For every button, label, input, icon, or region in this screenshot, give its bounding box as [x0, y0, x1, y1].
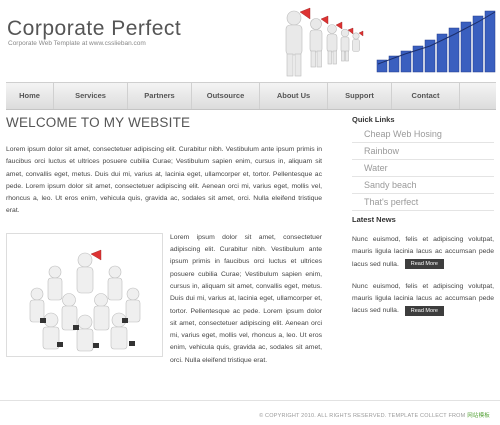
nav-home[interactable]: Home	[6, 83, 54, 109]
latest-news-heading: Latest News	[352, 215, 396, 224]
footer-link[interactable]: 网站模板	[467, 413, 490, 419]
site-title[interactable]: Corporate Perfect	[7, 17, 181, 41]
nav-partners[interactable]: Partners	[128, 83, 192, 109]
sidebar: Quick Links Cheap Web Hosing Rainbow Wat…	[352, 115, 494, 318]
main-content: WELCOME TO MY WEBSITE Lorem ipsum dolor …	[6, 115, 322, 367]
quick-links-heading: Quick Links	[352, 115, 395, 124]
nav-support[interactable]: Support	[328, 83, 392, 109]
header: Corporate Perfect Corporate Web Template…	[0, 0, 500, 82]
intro-paragraph: Lorem ipsum dolor sit amet, consectetuer…	[6, 146, 322, 215]
nav-outsource[interactable]: Outsource	[192, 83, 260, 109]
quick-link-thats-perfect[interactable]: That's perfect	[352, 194, 494, 211]
footer: © COPYRIGHT 2010. ALL RIGHTS RESERVED. T…	[259, 411, 490, 419]
quick-link-rainbow[interactable]: Rainbow	[352, 143, 494, 160]
news-item: Nunc euismod, felis et adipiscing volutp…	[352, 281, 494, 318]
quick-link-water[interactable]: Water	[352, 160, 494, 177]
site-tagline: Corporate Web Template at www.csslieban.…	[8, 40, 146, 47]
news-item: Nunc euismod, felis et adipiscing volutp…	[352, 234, 494, 271]
read-more-button[interactable]: Read More	[404, 305, 444, 316]
team-image	[6, 232, 163, 357]
page-title: WELCOME TO MY WEBSITE	[6, 115, 191, 130]
main-nav: Home Services Partners Outsource About U…	[6, 82, 496, 110]
nav-contact[interactable]: Contact	[392, 83, 460, 109]
copyright-text: © COPYRIGHT 2010. ALL RIGHTS RESERVED. T…	[259, 413, 466, 419]
read-more-button[interactable]: Read More	[404, 258, 444, 269]
nav-about-us[interactable]: About Us	[260, 83, 328, 109]
quick-links-list: Cheap Web Hosing Rainbow Water Sandy bea…	[352, 126, 494, 211]
quick-link-cheap-web-hosing[interactable]: Cheap Web Hosing	[352, 126, 494, 143]
footer-divider	[0, 400, 500, 401]
header-banner-image	[285, 7, 496, 77]
quick-link-sandy-beach[interactable]: Sandy beach	[352, 177, 494, 194]
team-illustration	[29, 249, 141, 352]
nav-services[interactable]: Services	[54, 83, 128, 109]
